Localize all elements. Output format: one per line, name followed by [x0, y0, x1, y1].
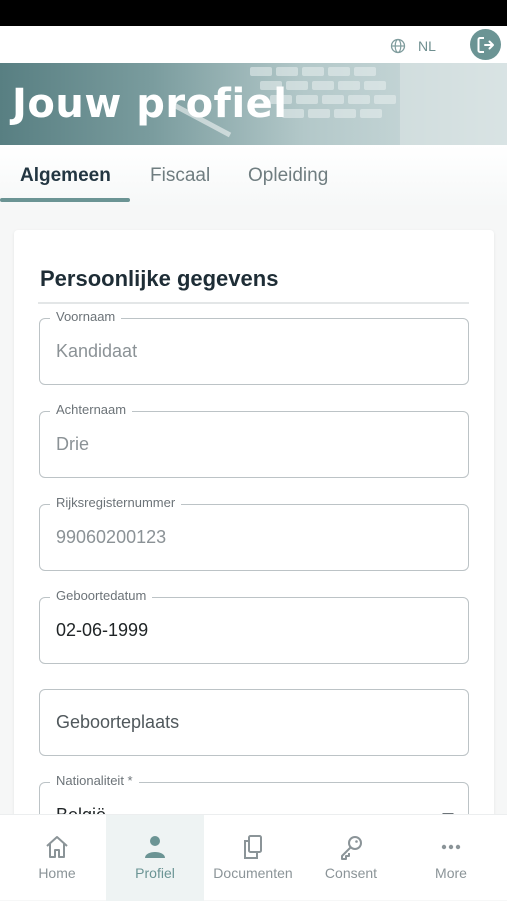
nationaliteit-label: Nationaliteit * [50, 773, 139, 788]
nav-documenten-label: Documenten [213, 865, 293, 881]
section-title: Persoonlijke gegevens [40, 266, 279, 291]
nav-consent-label: Consent [324, 865, 378, 881]
more-dots-icon [441, 844, 461, 850]
voornaam-field[interactable]: Voornaam Kandidaat [39, 309, 469, 385]
nav-documenten[interactable]: Documenten [204, 815, 302, 901]
achternaam-value: Drie [56, 434, 90, 454]
voornaam-value: Kandidaat [56, 341, 138, 361]
geboorteplaats-placeholder: Geboorteplaats [56, 712, 180, 732]
tab-fiscaal[interactable]: Fiscaal [150, 165, 210, 187]
person-icon [145, 836, 165, 858]
rijksregisternummer-label: Rijksregisternummer [50, 495, 182, 510]
achternaam-field[interactable]: Achternaam Drie [39, 402, 469, 478]
nav-home-label: Home [38, 865, 76, 881]
active-tab-indicator [0, 198, 130, 202]
hero-banner: Jouw profiel [0, 63, 507, 145]
globe-icon [390, 38, 406, 54]
geboorteplaats-field[interactable]: Geboorteplaats [39, 689, 469, 756]
page-title: Jouw profiel [12, 81, 288, 127]
geboortedatum-label: Geboortedatum [50, 588, 153, 603]
tab-algemeen[interactable]: Algemeen [20, 165, 111, 187]
language-label: NL [418, 38, 436, 54]
nav-more[interactable]: More [402, 815, 500, 901]
bottom-navigation: Home Profiel Documenten Consent More [0, 814, 507, 901]
nav-home[interactable]: Home [8, 815, 106, 901]
status-bar [0, 0, 507, 26]
tab-opleiding[interactable]: Opleiding [248, 165, 328, 187]
voornaam-label: Voornaam [50, 309, 122, 324]
nav-profiel[interactable]: Profiel [106, 815, 204, 901]
logout-icon [477, 36, 494, 53]
key-icon [341, 836, 362, 860]
section-divider [38, 302, 469, 304]
achternaam-label: Achternaam [50, 402, 133, 417]
home-icon [46, 836, 68, 858]
rijksregisternummer-field[interactable]: Rijksregisternummer 99060200123 [39, 495, 469, 571]
profile-tabs: Algemeen Fiscaal Opleiding [0, 145, 507, 205]
rijksregisternummer-value: 99060200123 [56, 527, 167, 547]
nav-consent[interactable]: Consent [302, 815, 400, 901]
nav-more-label: More [435, 865, 467, 881]
nav-profiel-label: Profiel [135, 865, 175, 881]
geboortedatum-value: 02-06-1999 [56, 620, 149, 640]
logout-button[interactable] [470, 29, 501, 60]
language-selector[interactable]: NL [390, 37, 436, 55]
geboortedatum-field[interactable]: Geboortedatum 02-06-1999 [39, 588, 469, 664]
documents-icon [244, 835, 262, 859]
